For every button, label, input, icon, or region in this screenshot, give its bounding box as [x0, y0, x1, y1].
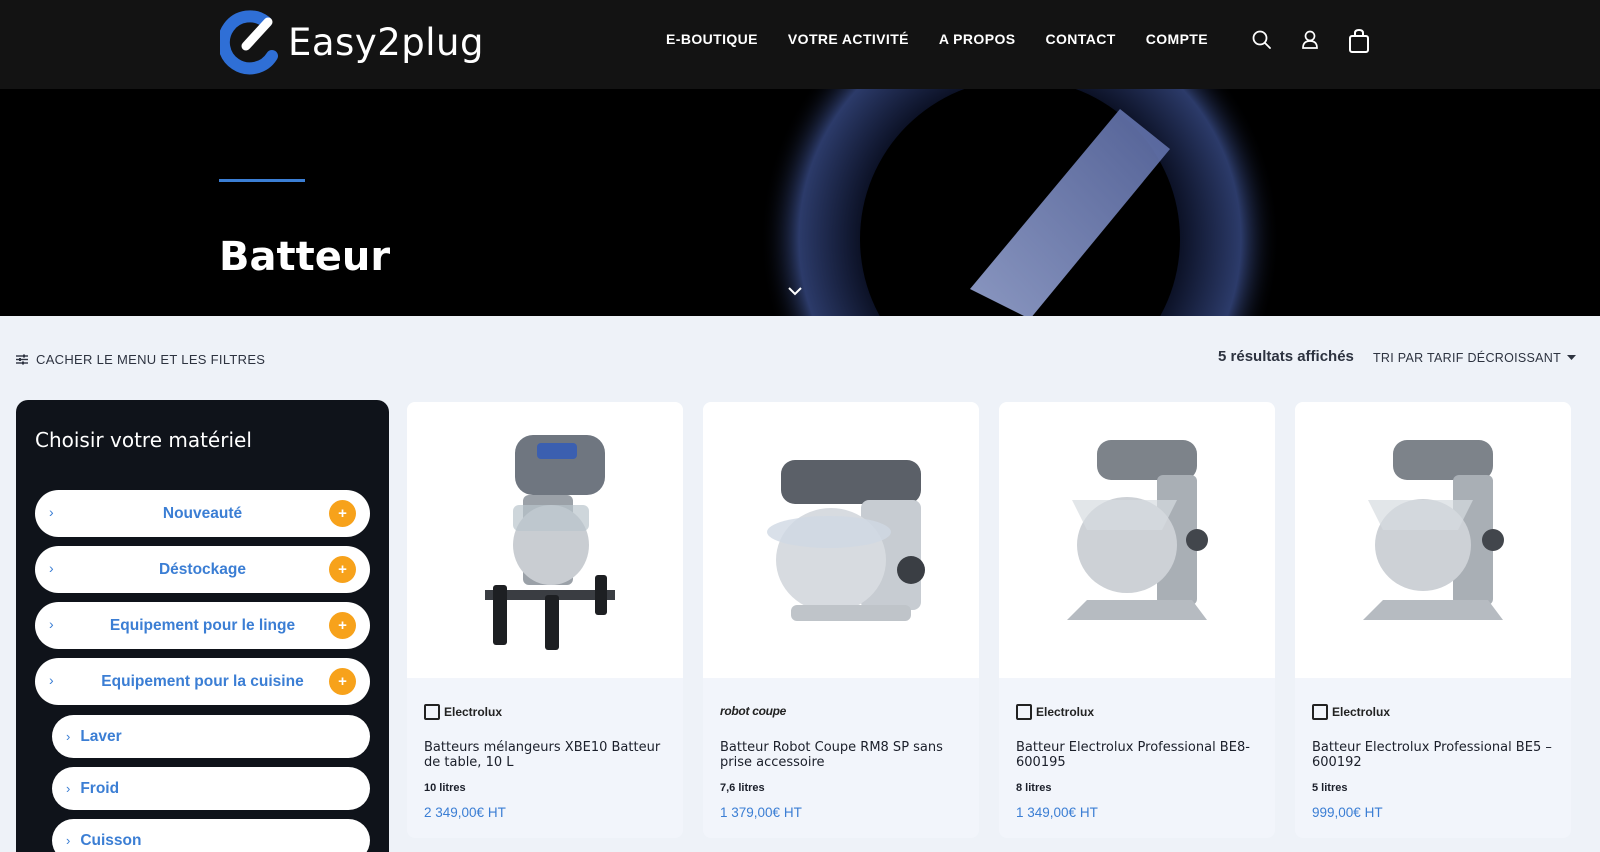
search-icon[interactable]	[1252, 28, 1274, 52]
product-brand: Electrolux	[1016, 704, 1094, 720]
product-brand: Electrolux	[424, 704, 502, 720]
nav-votre-activite[interactable]: VOTRE ACTIVITÉ	[788, 31, 909, 47]
price-value: 2 349,00€	[424, 805, 485, 820]
product-brand: robot coupe	[720, 704, 786, 718]
product-name[interactable]: Batteur Electrolux Professional BE5 – 60…	[1312, 740, 1557, 770]
chevron-right-icon: ›	[66, 781, 71, 796]
plus-icon[interactable]: +	[329, 668, 356, 695]
price-unit: HT	[783, 805, 802, 820]
brand-label: robot coupe	[720, 704, 787, 718]
logo[interactable]: Easy2plug	[220, 8, 484, 76]
price-unit: HT	[1364, 805, 1383, 820]
category-destockage[interactable]: › Déstockage +	[35, 546, 370, 593]
category-label: Equipement pour la cuisine	[101, 672, 304, 690]
product-price: 2 349,00€ HT	[424, 805, 506, 820]
user-icon[interactable]	[1300, 28, 1322, 52]
sliders-icon	[16, 354, 28, 365]
product-price: 1 379,00€ HT	[720, 805, 802, 820]
nav-compte[interactable]: COMPTE	[1146, 31, 1208, 47]
nav-contact[interactable]: CONTACT	[1046, 31, 1116, 47]
hero-banner: Batteur	[0, 89, 1600, 316]
product-price: 1 349,00€ HT	[1016, 805, 1098, 820]
plus-icon[interactable]: +	[329, 612, 356, 639]
product-image[interactable]	[1295, 402, 1571, 678]
subcategory-label: Cuisson	[80, 831, 142, 849]
electrolux-logo-icon	[1016, 704, 1032, 720]
top-navigation-bar: Easy2plug E-BOUTIQUE VOTRE ACTIVITÉ A PR…	[0, 0, 1600, 89]
subcategory-laver[interactable]: › Laver	[52, 715, 370, 758]
chevron-right-icon: ›	[49, 672, 54, 688]
nav-a-propos[interactable]: A PROPOS	[939, 31, 1016, 47]
subcategory-froid[interactable]: › Froid	[52, 767, 370, 810]
chevron-right-icon: ›	[66, 729, 71, 744]
filter-toggle-button[interactable]: CACHER LE MENU ET LES FILTRES	[16, 352, 265, 367]
category-label: Equipement pour le linge	[109, 616, 296, 634]
brand-label: Electrolux	[444, 705, 503, 719]
product-capacity: 10 litres	[424, 782, 466, 794]
product-name[interactable]: Batteur Robot Coupe RM8 SP sans prise ac…	[720, 740, 965, 770]
sort-label: TRI PAR TARIF DÉCROISSANT	[1373, 351, 1562, 365]
price-unit: HT	[1079, 805, 1098, 820]
category-label: Nouveauté	[162, 504, 243, 522]
product-name[interactable]: Batteur Electrolux Professional BE8- 600…	[1016, 740, 1261, 770]
electrolux-logo-icon	[424, 704, 440, 720]
product-card[interactable]: Electrolux Batteur Electrolux Profession…	[1295, 402, 1571, 838]
product-name[interactable]: Batteurs mélangeurs XBE10 Batteur de tab…	[424, 740, 669, 770]
product-image[interactable]	[703, 402, 979, 678]
sort-select[interactable]: TRI PAR TARIF DÉCROISSANT	[1373, 351, 1577, 365]
main-nav: E-BOUTIQUE VOTRE ACTIVITÉ A PROPOS CONTA…	[666, 31, 1208, 47]
category-linge[interactable]: › Equipement pour le linge +	[35, 602, 370, 649]
category-label: Déstockage	[158, 560, 246, 578]
page-title: Batteur	[219, 234, 391, 280]
subcategory-label: Froid	[80, 779, 120, 797]
brand-label: Electrolux	[1332, 705, 1391, 719]
category-cuisine[interactable]: › Equipement pour la cuisine +	[35, 658, 370, 705]
subcategory-label: Laver	[80, 727, 122, 745]
brand-label: Electrolux	[1036, 705, 1095, 719]
caret-down-icon	[1567, 355, 1577, 360]
product-capacity: 5 litres	[1312, 782, 1348, 794]
electrolux-logo-icon	[1312, 704, 1328, 720]
results-count: 5 résultats affichés	[1218, 348, 1354, 365]
nav-e-boutique[interactable]: E-BOUTIQUE	[666, 31, 758, 47]
shopping-bag-icon[interactable]	[1348, 28, 1370, 53]
product-brand: Electrolux	[1312, 704, 1390, 720]
chevron-right-icon: ›	[49, 616, 54, 632]
sidebar-title: Choisir votre matériel	[35, 428, 252, 452]
price-value: 1 349,00€	[1016, 805, 1077, 820]
logo-text: Easy2plug	[288, 20, 484, 64]
product-card[interactable]: Electrolux Batteur Electrolux Profession…	[999, 402, 1275, 838]
chevron-down-icon[interactable]	[786, 285, 804, 297]
product-card[interactable]: robot coupe Batteur Robot Coupe RM8 SP s…	[703, 402, 979, 838]
plus-icon[interactable]: +	[329, 500, 356, 527]
hero-accent-line	[219, 179, 305, 182]
product-image[interactable]	[407, 402, 683, 678]
product-card[interactable]: Electrolux Batteurs mélangeurs XBE10 Bat…	[407, 402, 683, 838]
logo-icon	[220, 10, 278, 75]
product-price: 999,00€ HT	[1312, 805, 1383, 820]
chevron-right-icon: ›	[66, 833, 71, 848]
chevron-right-icon: ›	[49, 560, 54, 576]
product-capacity: 8 litres	[1016, 782, 1052, 794]
plus-icon[interactable]: +	[329, 556, 356, 583]
filter-toggle-label: CACHER LE MENU ET LES FILTRES	[36, 352, 266, 367]
category-nouveaute[interactable]: › Nouveauté +	[35, 490, 370, 537]
product-image[interactable]	[999, 402, 1275, 678]
category-sidebar: Choisir votre matériel › Nouveauté + › D…	[16, 400, 389, 852]
price-value: 1 379,00€	[720, 805, 781, 820]
nav-icons	[1252, 28, 1370, 53]
product-capacity: 7,6 litres	[720, 782, 765, 794]
chevron-right-icon: ›	[49, 504, 54, 520]
subcategory-cuisson[interactable]: › Cuisson	[52, 819, 370, 852]
hero-decoration	[760, 89, 1280, 316]
price-value: 999,00€	[1312, 805, 1361, 820]
price-unit: HT	[487, 805, 506, 820]
